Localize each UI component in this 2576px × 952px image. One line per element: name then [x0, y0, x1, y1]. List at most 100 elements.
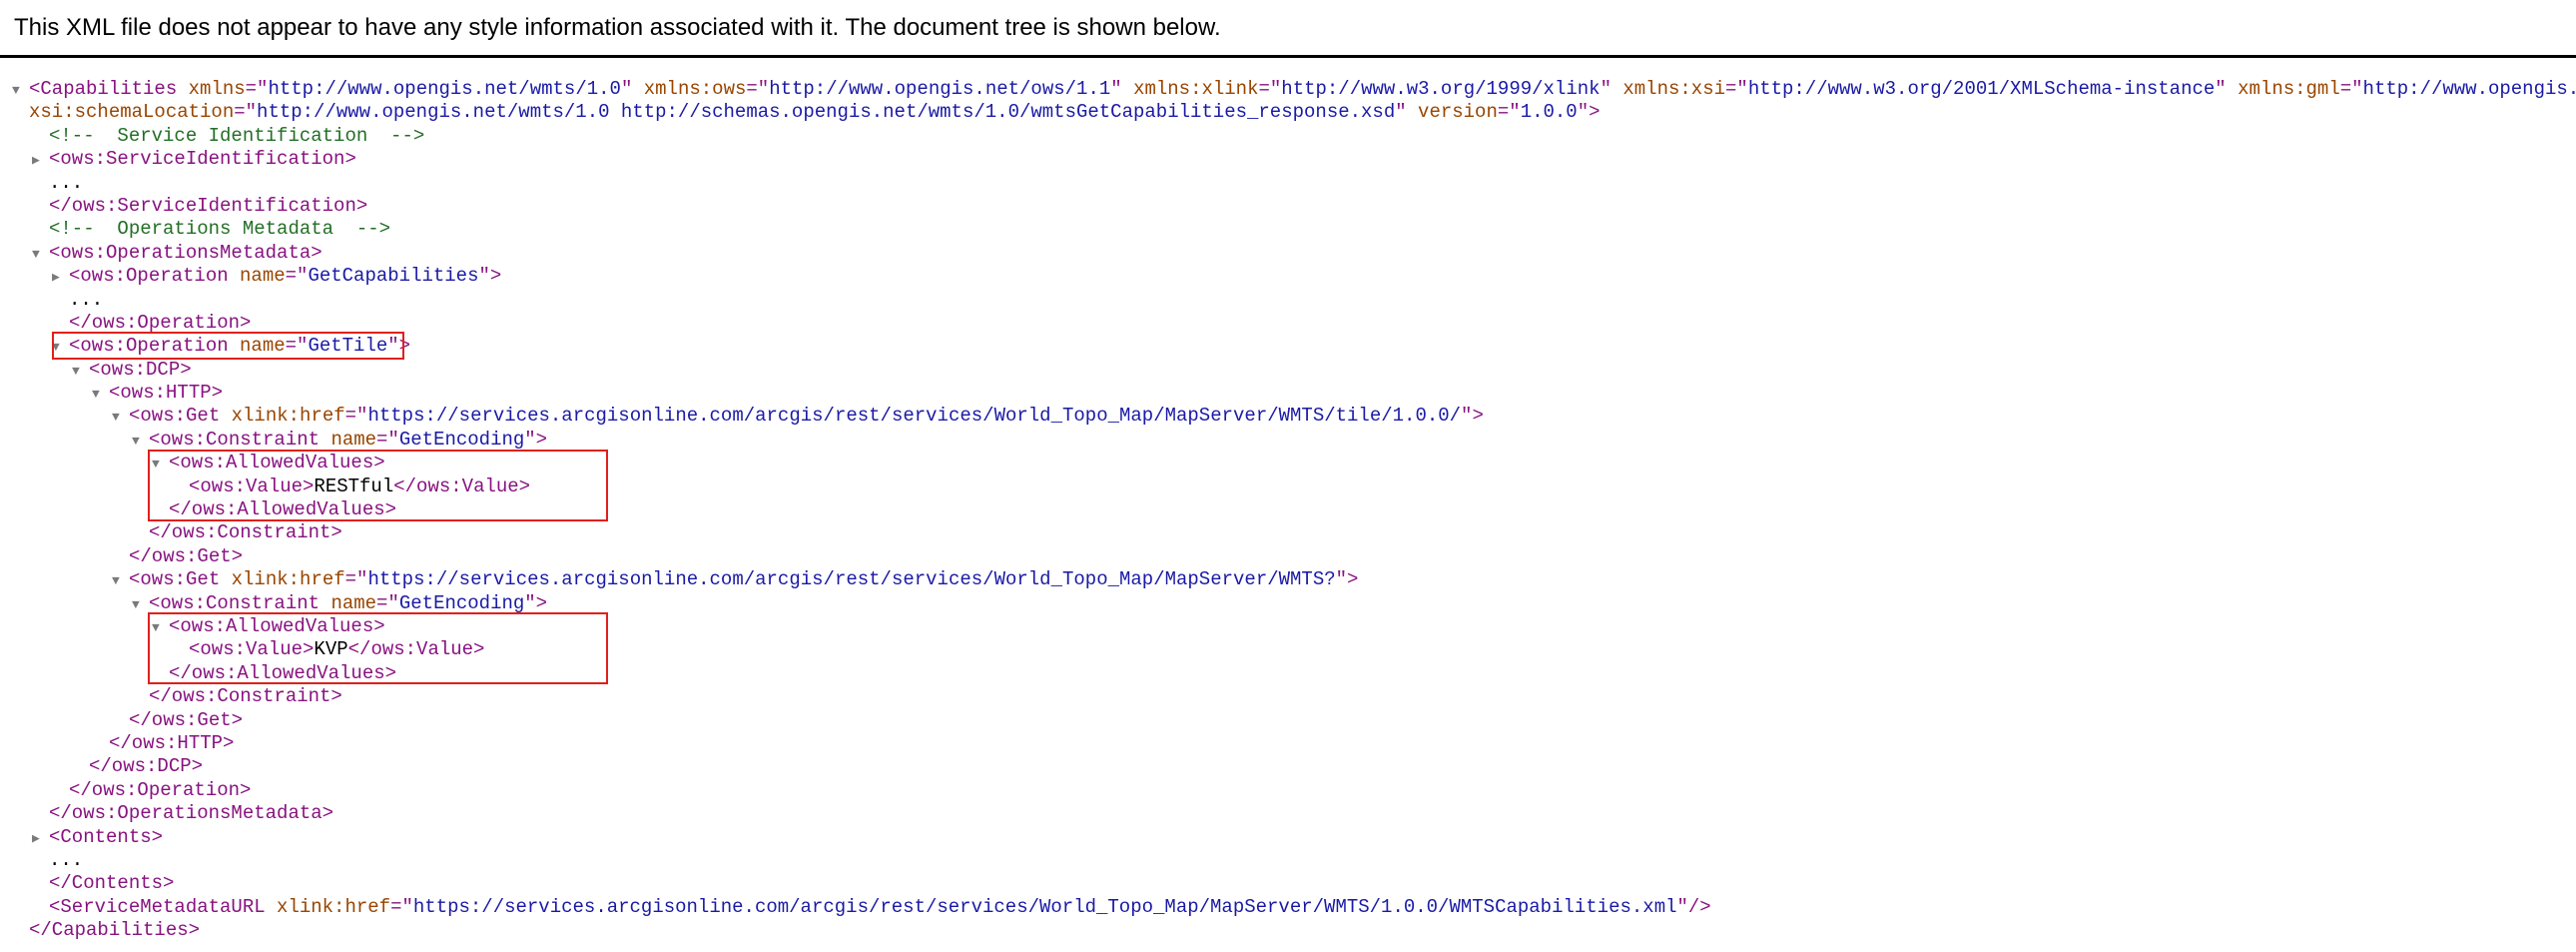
xml-line: ▼ <Capabilities xmlns =" http://www.opengis… — [0, 78, 2576, 101]
xml-tag-text: </ows:ServiceIdentification> — [49, 194, 368, 217]
collapse-triangle-icon[interactable]: ▼ — [12, 79, 29, 102]
xml-attr-name: xlink:href — [277, 895, 391, 918]
xml-line: ▼ <ows:Operation name="GetTile"> — [0, 335, 2576, 358]
xml-line: ▶ <ows:ServiceIdentification> — [0, 148, 2576, 171]
xml-tag-text: =" — [1725, 78, 1748, 100]
xml-line: </ows:DCP> — [0, 755, 2576, 778]
xml-tag-text: </Contents> — [49, 872, 175, 895]
xml-attr-value: http://www.opengis.net/wmts/1.0 http://s… — [257, 101, 1396, 124]
xml-attr-value: GetEncoding — [398, 591, 525, 614]
xml-tag-text: =" — [344, 568, 368, 591]
xml-line: ▼ <ows:Constraint name="GetEncoding"> — [0, 592, 2576, 615]
xml-tag-text: <ows:Get — [129, 405, 232, 428]
xml-attr-value: http://www.w3.org/1999/xlink — [1281, 78, 1601, 100]
expand-triangle-icon[interactable]: ▶ — [32, 827, 49, 850]
xml-attr-name: name — [240, 265, 286, 288]
xml-tag-text: <ows:OperationsMetadata> — [49, 241, 322, 264]
xml-tag-text: </ows:AllowedValues> — [169, 661, 397, 684]
xml-line: <!-- Service Identification --> — [0, 125, 2576, 148]
xml-line: </ows:OperationsMetadata> — [0, 802, 2576, 825]
xml-tag-text: <ows:AllowedValues> — [169, 452, 385, 475]
xml-tag-text: </ows:AllowedValues> — [169, 498, 397, 521]
xml-text: ... — [49, 848, 84, 871]
xml-attr-name: xmlns — [188, 78, 246, 100]
xml-text: ... — [69, 288, 104, 311]
xml-attr-name: xlink:href — [231, 568, 345, 591]
xml-attr-name: xmlns:xlink — [1133, 78, 1259, 100]
xml-info-banner: This XML file does not appear to have an… — [0, 0, 2576, 58]
xml-document-tree: ▼ <Capabilities xmlns="http://www.opengis… — [0, 78, 2576, 942]
xml-line: </ows:AllowedValues> — [0, 662, 2576, 685]
xml-tag-text: </ows:Value> — [393, 475, 531, 497]
xml-text: RESTful — [314, 475, 394, 497]
collapse-triangle-icon[interactable]: ▼ — [112, 406, 129, 429]
xml-line: ... — [0, 172, 2576, 195]
collapse-triangle-icon[interactable]: ▼ — [52, 336, 69, 359]
xml-tag-text: =" — [2339, 78, 2363, 100]
xml-tag-text: <ows:Operation — [69, 335, 241, 358]
xml-tag-text: " — [2215, 78, 2239, 100]
xml-line: </Contents> — [0, 872, 2576, 895]
xml-attr-name: xlink:href — [231, 405, 345, 428]
xml-attr-name: xmlns:gml — [2238, 78, 2340, 100]
xml-tag-text: <ServiceMetadataURL — [49, 895, 278, 918]
collapse-triangle-icon[interactable]: ▼ — [92, 383, 109, 406]
xml-tag-text: <ows:HTTP> — [109, 382, 224, 405]
xml-line: ... — [0, 849, 2576, 872]
xml-tag-text: "> — [1335, 568, 1359, 591]
expand-triangle-icon[interactable]: ▶ — [52, 266, 69, 289]
xml-tag-text: <ows:Value> — [189, 475, 315, 497]
collapse-triangle-icon[interactable]: ▼ — [72, 360, 89, 383]
xml-line: <ows:Value>RESTful</ows:Value> — [0, 476, 2576, 498]
xml-attr-value: https://services.arcgisonline.com/arcgis… — [367, 405, 1462, 428]
xml-tag-text: =" — [376, 591, 399, 614]
xml-tag-text: <ows:AllowedValues> — [169, 614, 385, 637]
xml-tag-text: "> — [478, 265, 502, 288]
xml-tag-text: </ows:Get> — [129, 544, 244, 567]
xml-line: </ows:Get> — [0, 709, 2576, 732]
expand-triangle-icon[interactable]: ▶ — [32, 149, 49, 172]
collapse-triangle-icon[interactable]: ▼ — [32, 243, 49, 266]
xml-line: </ows:Constraint> — [0, 685, 2576, 708]
xml-tag-text: </ows:Operation> — [69, 311, 252, 334]
xml-tag-text: =" — [390, 895, 413, 918]
xml-attr-name: version — [1418, 101, 1498, 124]
xml-tag-text: </ows:Constraint> — [149, 521, 342, 544]
xml-attr-name: name — [240, 335, 286, 358]
xml-tag-text: =" — [376, 428, 399, 451]
xml-tag-text: =" — [1258, 78, 1282, 100]
collapse-triangle-icon[interactable]: ▼ — [132, 593, 149, 616]
xml-line: ▼ <ows:Get xlink:href="https://services.a… — [0, 405, 2576, 428]
xml-tag-text: "> — [524, 591, 548, 614]
xml-line: </ows:ServiceIdentification> — [0, 195, 2576, 218]
collapse-triangle-icon[interactable]: ▼ — [152, 453, 169, 476]
xml-line: ▼ <ows:OperationsMetadata> — [0, 242, 2576, 265]
xml-line: ▼ <ows:AllowedValues> — [0, 452, 2576, 475]
xml-tag-text: <ows:Get — [129, 568, 232, 591]
xml-line: ▶ <ows:Operation name="GetCapabilities"> — [0, 265, 2576, 288]
xml-tag-text: =" — [234, 101, 258, 124]
xml-attr-name: xsi:schemaLocation — [29, 101, 235, 124]
collapse-triangle-icon[interactable]: ▼ — [152, 616, 169, 639]
xml-line: </ows:Operation> — [0, 312, 2576, 335]
xml-line: </ows:Get> — [0, 545, 2576, 568]
xml-attr-value: http://www.opengis.net/ows/1.1 — [769, 78, 1111, 100]
xml-tag-text: "/> — [1676, 895, 1711, 918]
xml-text: ... — [49, 171, 84, 194]
xml-line: ▼ <ows:DCP> — [0, 359, 2576, 382]
xml-tag-text: =" — [285, 265, 309, 288]
xml-line: </ows:Operation> — [0, 779, 2576, 802]
xml-tag-text: " — [1395, 101, 1419, 124]
xml-line: </ows:Constraint> — [0, 521, 2576, 544]
xml-line: </ows:AllowedValues> — [0, 498, 2576, 521]
xml-line: ... — [0, 289, 2576, 312]
xml-tag-text: <ows:Operation — [69, 265, 241, 288]
collapse-triangle-icon[interactable]: ▼ — [132, 430, 149, 453]
xml-tag-text: </ows:Get> — [129, 708, 244, 731]
xml-line: ▼ <ows:Get xlink:href="https://services.a… — [0, 568, 2576, 591]
xml-tag-text: <Capabilities — [29, 78, 189, 100]
xml-tag-text: </ows:Operation> — [69, 778, 252, 801]
xml-tag-text: </Capabilities> — [29, 919, 201, 942]
xml-tag-text: =" — [1497, 101, 1521, 124]
collapse-triangle-icon[interactable]: ▼ — [112, 569, 129, 592]
